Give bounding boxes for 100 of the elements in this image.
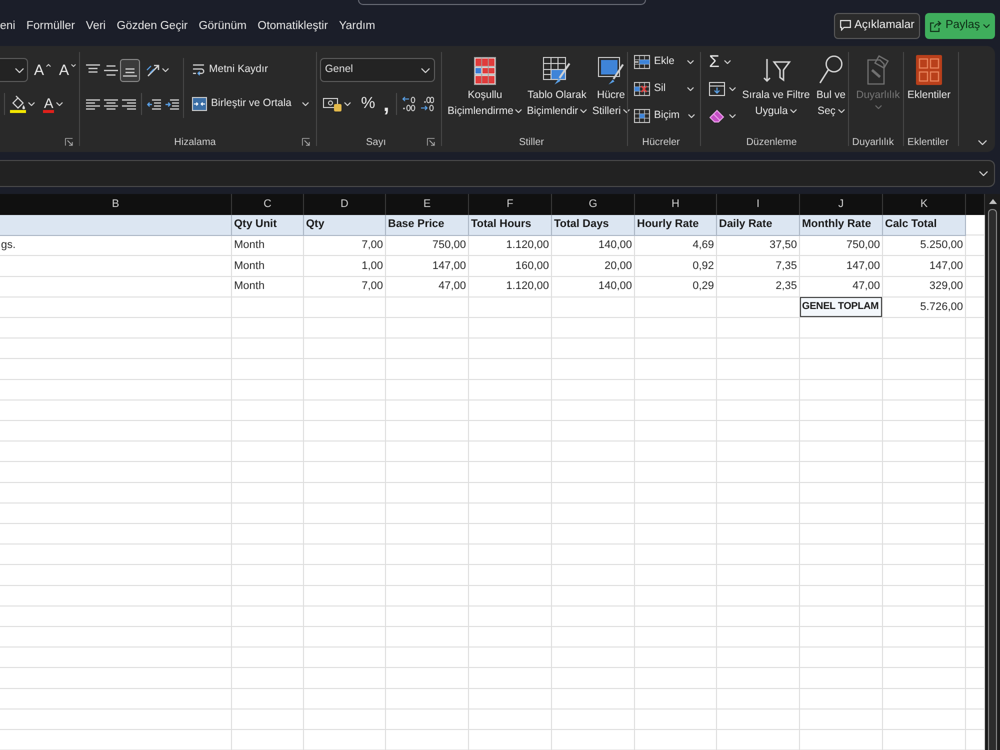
menu-tab[interactable]: Gözden Geçir xyxy=(116,16,188,36)
table-cell-text: 0,29 xyxy=(692,279,715,294)
table-cell-text: 1.120,00 xyxy=(505,238,550,254)
table-cell-text: 750,00 xyxy=(845,238,881,254)
cell-styles-button[interactable]: Hücre Stilleri xyxy=(590,55,632,132)
caret-down-icon xyxy=(790,109,797,114)
caret-down-icon xyxy=(162,68,169,72)
caret-up-icon xyxy=(46,64,52,66)
font-color-button[interactable]: A xyxy=(41,92,66,116)
header-cell: Base Price xyxy=(386,215,469,236)
menu-tab[interactable]: Görünüm xyxy=(198,16,247,36)
caret-down-icon xyxy=(874,105,882,109)
table-cell-text: 140,00 xyxy=(597,238,633,254)
group-label: Düzenleme xyxy=(746,136,797,150)
square-brush-icon xyxy=(598,57,624,85)
total-label: GENEL TOPLAM xyxy=(800,297,882,317)
menu-tab[interactable]: Otomatikleştir xyxy=(258,16,328,36)
align-middle-icon xyxy=(104,64,118,76)
sort-filter-button[interactable]: Sırala ve Filtre Uygula xyxy=(740,55,812,132)
insert-button[interactable]: Ekle xyxy=(632,49,696,75)
delete-button[interactable]: Sil xyxy=(632,76,696,102)
table-cell-text: Month xyxy=(233,258,266,274)
table-cell-text: 4,69 xyxy=(692,238,715,254)
arrow-funnel-icon xyxy=(761,57,791,85)
table-cell-text: 47,00 xyxy=(851,279,881,294)
header-cell: Monthly Rate xyxy=(800,215,883,236)
menu-tab[interactable]: Veri xyxy=(86,16,106,36)
wrap-text-button[interactable]: Metni Kaydır xyxy=(190,62,270,78)
increase-indent-icon xyxy=(165,98,179,110)
group-label: Stiller xyxy=(518,136,544,150)
caret-down-icon xyxy=(56,102,64,106)
grow-font-button[interactable]: A xyxy=(32,60,54,80)
caret-down-icon xyxy=(724,60,731,64)
group-label: Hizalama xyxy=(174,136,216,150)
collapse-ribbon-button[interactable] xyxy=(976,138,989,146)
chevron-down-icon xyxy=(979,171,988,176)
caret-down-icon xyxy=(838,109,845,114)
caret-down-icon xyxy=(729,87,736,91)
caret-down-icon xyxy=(28,102,35,106)
table-cell-text: 20,00 xyxy=(603,258,633,274)
group-label: Eklentiler xyxy=(907,136,949,150)
header-cell: Total Hours xyxy=(469,215,552,236)
document-tag-icon xyxy=(867,55,889,85)
table-cell-text: 140,00 xyxy=(597,279,633,294)
align-bottom-button[interactable] xyxy=(120,58,140,82)
header-cell: Qty Unit xyxy=(232,215,304,236)
scrollbar-thumb[interactable] xyxy=(988,209,997,750)
search-icon xyxy=(819,55,843,85)
comments-button[interactable]: Açıklamalar xyxy=(834,12,920,38)
menu-tab[interactable]: Formüller xyxy=(26,16,75,36)
paint-bucket-icon xyxy=(10,95,26,113)
format-as-table-button[interactable]: Tablo Olarak Biçimlendir xyxy=(526,55,588,132)
dialog-launcher-icon xyxy=(65,138,73,146)
caret-down-icon xyxy=(580,109,588,114)
decrease-decimal-icon xyxy=(420,96,434,112)
table-cell-text: 147,00 xyxy=(928,258,964,274)
conditional-formatting-button[interactable]: Koşullu Biçimlendirme xyxy=(446,55,524,132)
increase-decimal-icon xyxy=(402,96,416,112)
share-button[interactable]: Paylaş xyxy=(925,12,995,38)
decrease-indent-icon xyxy=(147,98,161,110)
colored-grid-icon xyxy=(474,57,496,85)
merge-arrows-icon xyxy=(192,97,207,111)
chevron-down-icon xyxy=(978,140,987,144)
table-cell-text: 147,00 xyxy=(431,258,467,274)
merge-center-button[interactable]: Birleştir ve Ortala xyxy=(190,96,311,112)
format-button[interactable]: Biçim xyxy=(632,103,696,129)
find-select-button[interactable]: Bul ve Seç xyxy=(814,55,848,132)
autosum-button[interactable]: Σ xyxy=(707,49,738,75)
align-right-icon xyxy=(122,98,136,110)
menu-tab[interactable]: eni xyxy=(0,16,16,36)
caret-down-icon xyxy=(983,24,990,28)
shrink-font-button[interactable]: A xyxy=(57,60,78,80)
header-cell: Total Days xyxy=(552,215,635,236)
addins-button[interactable]: Eklentiler xyxy=(904,55,954,132)
search-field[interactable] xyxy=(358,0,646,5)
wrap-text-icon xyxy=(192,63,205,77)
group-label: Duyarlılık xyxy=(852,136,894,150)
table-cell-text: gs. xyxy=(0,238,17,254)
caret-down-icon xyxy=(71,64,76,66)
chevron-down-icon xyxy=(421,68,430,72)
grid-cross-icon xyxy=(634,82,650,96)
table-cell-text: 37,50 xyxy=(768,238,798,254)
table-cell-text: 160,00 xyxy=(514,258,550,274)
header-cell: Calc Total xyxy=(883,215,966,236)
header-cell: Qty xyxy=(304,215,386,236)
table-cell-text: Month xyxy=(233,279,266,294)
table-cell-text: 5.250,00 xyxy=(919,238,964,254)
scrollbar[interactable] xyxy=(985,194,1000,750)
table-cell-text: 5.726,00 xyxy=(919,300,964,315)
diagonal-arrow-icon xyxy=(146,63,160,77)
caret-down-icon xyxy=(729,114,736,118)
expand-formula-bar-button[interactable] xyxy=(977,168,990,179)
group-label: Hücreler xyxy=(642,136,680,150)
number-format-dropdown[interactable]: Genel xyxy=(320,58,435,82)
percent-button[interactable]: % xyxy=(357,95,380,113)
menu-tab[interactable]: Yardım xyxy=(338,16,376,36)
comma-style-button[interactable]: , xyxy=(379,94,394,114)
table-cell-text: 1,00 xyxy=(360,258,384,274)
caret-down-icon xyxy=(344,102,351,106)
table-cell-text: 7,00 xyxy=(360,238,384,254)
